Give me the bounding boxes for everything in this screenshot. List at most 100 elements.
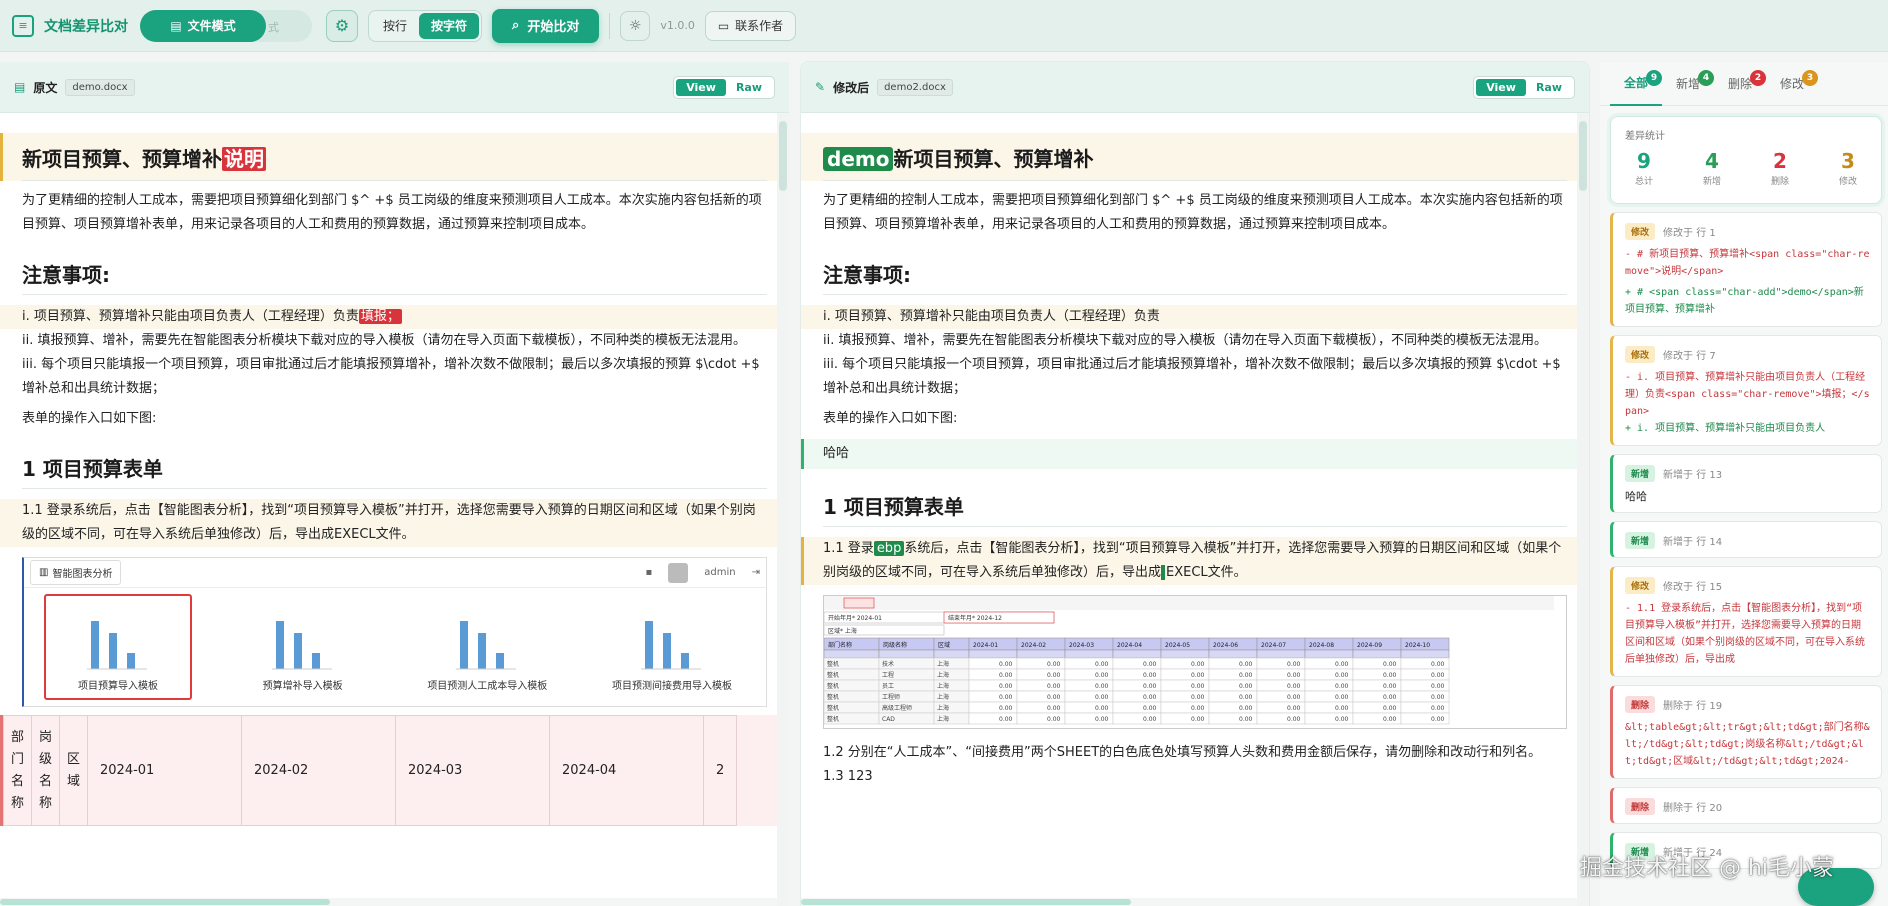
raw-button[interactable]: Raw — [726, 79, 772, 96]
change-location: 新增于 行 14 — [1663, 537, 1723, 548]
excel-cell-value: 0.00 — [1047, 705, 1061, 712]
excel-cell-label: 上海 — [937, 693, 949, 701]
tab-all[interactable]: 全部 9 — [1610, 62, 1663, 106]
excel-header-cell — [1064, 649, 1114, 659]
excel-cell-value: 0.00 — [1239, 705, 1253, 712]
excel-header-cell — [1352, 649, 1402, 659]
stat-added: 4 新增 — [1702, 149, 1721, 187]
horizontal-scrollbar[interactable] — [0, 898, 777, 906]
change-location: 修改于 行 1 — [1663, 228, 1716, 239]
excel-cell-label: 高级工程师 — [882, 704, 912, 712]
text-mode-button[interactable]: 式 — [268, 19, 279, 35]
diff-card[interactable]: 新增 新增于 行 13 哈哈 — [1610, 454, 1882, 513]
excel-header-cell — [1256, 649, 1306, 659]
excel-cell-value: 0.00 — [1095, 683, 1109, 690]
notes-heading: 注意事项: — [22, 253, 767, 295]
diff-sidebar: 全部 9 新增 4 删除 2 修改 3 差异统计 9 总计 4 新增 2 删除 3 修改 修改修… — [1600, 62, 1888, 906]
bar-chart-icon — [640, 621, 701, 670]
excel-cell-value: 0.00 — [1095, 694, 1109, 701]
pane-title: 修改后 — [833, 80, 870, 95]
excel-header-label: 2024-09 — [1357, 642, 1382, 649]
excel-cell-value: 0.00 — [1431, 716, 1445, 723]
excel-cell-value: 0.00 — [1095, 705, 1109, 712]
horizontal-scrollbar[interactable] — [801, 898, 1577, 906]
vertical-scrollbar[interactable] — [777, 113, 789, 906]
file-mode-button[interactable]: ▤ 文件模式 — [140, 9, 266, 42]
excel-cell-value: 0.00 — [1431, 672, 1445, 679]
change-location: 修改于 行 7 — [1663, 351, 1716, 362]
excel-header-label: 2024-04 — [1117, 642, 1142, 649]
scrollbar-thumb[interactable] — [801, 899, 1131, 905]
document-icon: ▤ — [14, 80, 26, 94]
excel-cell-value: 0.00 — [1383, 672, 1397, 679]
excel-cell-value: 0.00 — [1047, 661, 1061, 668]
excel-cell-value: 0.00 — [1191, 694, 1205, 701]
excel-header-cell — [878, 649, 935, 659]
diff-card[interactable]: 新增 新增于 行 14 — [1610, 521, 1882, 558]
bar-chart-icon — [456, 621, 517, 670]
excel-cell-value: 0.00 — [999, 661, 1013, 668]
notes-item-3: iii. 每个项目只能填报一个项目预算，项目审批通过后才能填报预算增补，增补次数… — [22, 357, 760, 396]
tab-removed[interactable]: 删除 2 — [1714, 62, 1767, 106]
removed-table-block: 部门名称 岗级名称 区域 2024-01 2024-02 2024-03 202… — [0, 715, 777, 826]
view-button[interactable]: View — [676, 78, 726, 96]
step-1-1: 1.1 登录 ebp 系统后，点击【智能图表分析】，找到“项目预算导入模板”并打开，… — [823, 541, 1562, 580]
file-icon: ▤ — [170, 18, 182, 33]
file-name-badge: demo2.docx — [877, 78, 953, 96]
stat-modified: 3 修改 — [1838, 149, 1857, 187]
excel-cell-value: 0.00 — [1191, 716, 1205, 723]
stats-row: 9 总计 4 新增 2 删除 3 修改 — [1625, 148, 1867, 187]
budget-table: 部门名称 岗级名称 区域 2024-01 2024-02 2024-03 202… — [3, 715, 738, 826]
version-label: v1.0.0 — [660, 19, 695, 32]
diff-card[interactable]: 修改 修改于 行 1 - # 新项目预算、预算增补<span class="cha… — [1610, 212, 1882, 327]
tab-modified[interactable]: 修改 3 — [1766, 62, 1819, 106]
excel-cell-value: 0.00 — [1335, 705, 1349, 712]
view-raw-toggle: View Raw — [1473, 75, 1575, 99]
diff-card[interactable]: 删除 删除于 行 20 — [1610, 787, 1882, 824]
excel-cell-value: 0.00 — [1047, 672, 1061, 679]
diff-card[interactable]: 删除 删除于 行 19 &lt;table&gt;&lt;tr&gt;&lt;td… — [1610, 685, 1882, 779]
watermark: 掘金技术社区 @ hi毛小蒙 — [1580, 856, 1835, 881]
tab-added[interactable]: 新增 4 — [1662, 62, 1715, 106]
excel-cell-label: 上海 — [937, 660, 949, 668]
excel-header-label: 2024-06 — [1213, 642, 1238, 649]
excel-cell-value: 0.00 — [1287, 672, 1301, 679]
view-button[interactable]: View — [1476, 78, 1526, 96]
by-char-option[interactable]: 按字符 — [419, 12, 480, 39]
diff-card[interactable]: 修改 修改于 行 15 - 1.1 登录系统后，点击【智能图表分析】，找到“项目预… — [1610, 566, 1882, 677]
diff-card[interactable]: 修改 修改于 行 7 - i. 项目预算、预算增补只能由项目负责人（工程经理）负责… — [1610, 335, 1882, 446]
vertical-scrollbar[interactable] — [1577, 113, 1589, 906]
notes-item-3: iii. 每个项目只能填报一个项目预算，项目审批通过后才能填报预算增补，增补次数… — [823, 357, 1561, 396]
added-text: demo — [823, 147, 894, 171]
by-line-option[interactable]: 按行 — [371, 13, 419, 39]
scrollbar-thumb[interactable] — [0, 899, 330, 905]
excel-cell-label: CAD — [882, 716, 895, 723]
excel-cell-value: 0.00 — [1383, 716, 1397, 723]
excel-cell-value: 0.00 — [1335, 716, 1349, 723]
intro-paragraph: 为了更精细的控制人工成本，需要把项目预算细化到部门 $^ +$ 员工岗级的维度来… — [823, 193, 1563, 232]
excel-cell-label: 整机 — [827, 693, 839, 701]
contact-author-button[interactable]: ▭ 联系作者 — [704, 10, 797, 41]
excel-cell-value: 0.00 — [1191, 672, 1205, 679]
top-toolbar: ≡ 文档差异比对 ▤ 文件模式 式 ⚙ 按行 按字符 ⌕ 开始比对 ☼ v1.0… — [0, 0, 1888, 52]
settings-button[interactable]: ⚙ — [326, 9, 358, 42]
table-header-cell: 2024-04 — [549, 715, 704, 826]
divider — [609, 12, 611, 39]
intro-paragraph: 为了更精细的控制人工成本，需要把项目预算细化到部门 $^ +$ 员工岗级的维度来… — [22, 193, 762, 232]
scrollbar-thumb[interactable] — [779, 121, 787, 191]
change-location: 修改于 行 15 — [1663, 582, 1723, 593]
mode-switch[interactable]: ▤ 文件模式 式 — [140, 9, 312, 42]
raw-button[interactable]: Raw — [1526, 79, 1572, 96]
table-header-cell: 2 — [702, 715, 738, 826]
scrollbar-thumb[interactable] — [1579, 121, 1587, 191]
step-1-1: 1.1 登录系统后，点击【智能图表分析】，找到“项目预算导入模板”并打开，选择您… — [22, 503, 756, 542]
theme-toggle-button[interactable]: ☼ — [620, 10, 651, 41]
removed-line: - # 新项目预算、预算增补<span class="char-remove">… — [1625, 249, 1870, 277]
excel-header-cell — [933, 649, 970, 659]
excel-cell-value: 0.00 — [1095, 661, 1109, 668]
excel-header-cell — [1400, 649, 1450, 659]
start-compare-button[interactable]: ⌕ 开始比对 — [492, 8, 600, 43]
excel-cell-label: 技术 — [882, 660, 894, 668]
excel-cell-label: 上海 — [937, 715, 949, 723]
excel-cell-value: 0.00 — [1239, 694, 1253, 701]
